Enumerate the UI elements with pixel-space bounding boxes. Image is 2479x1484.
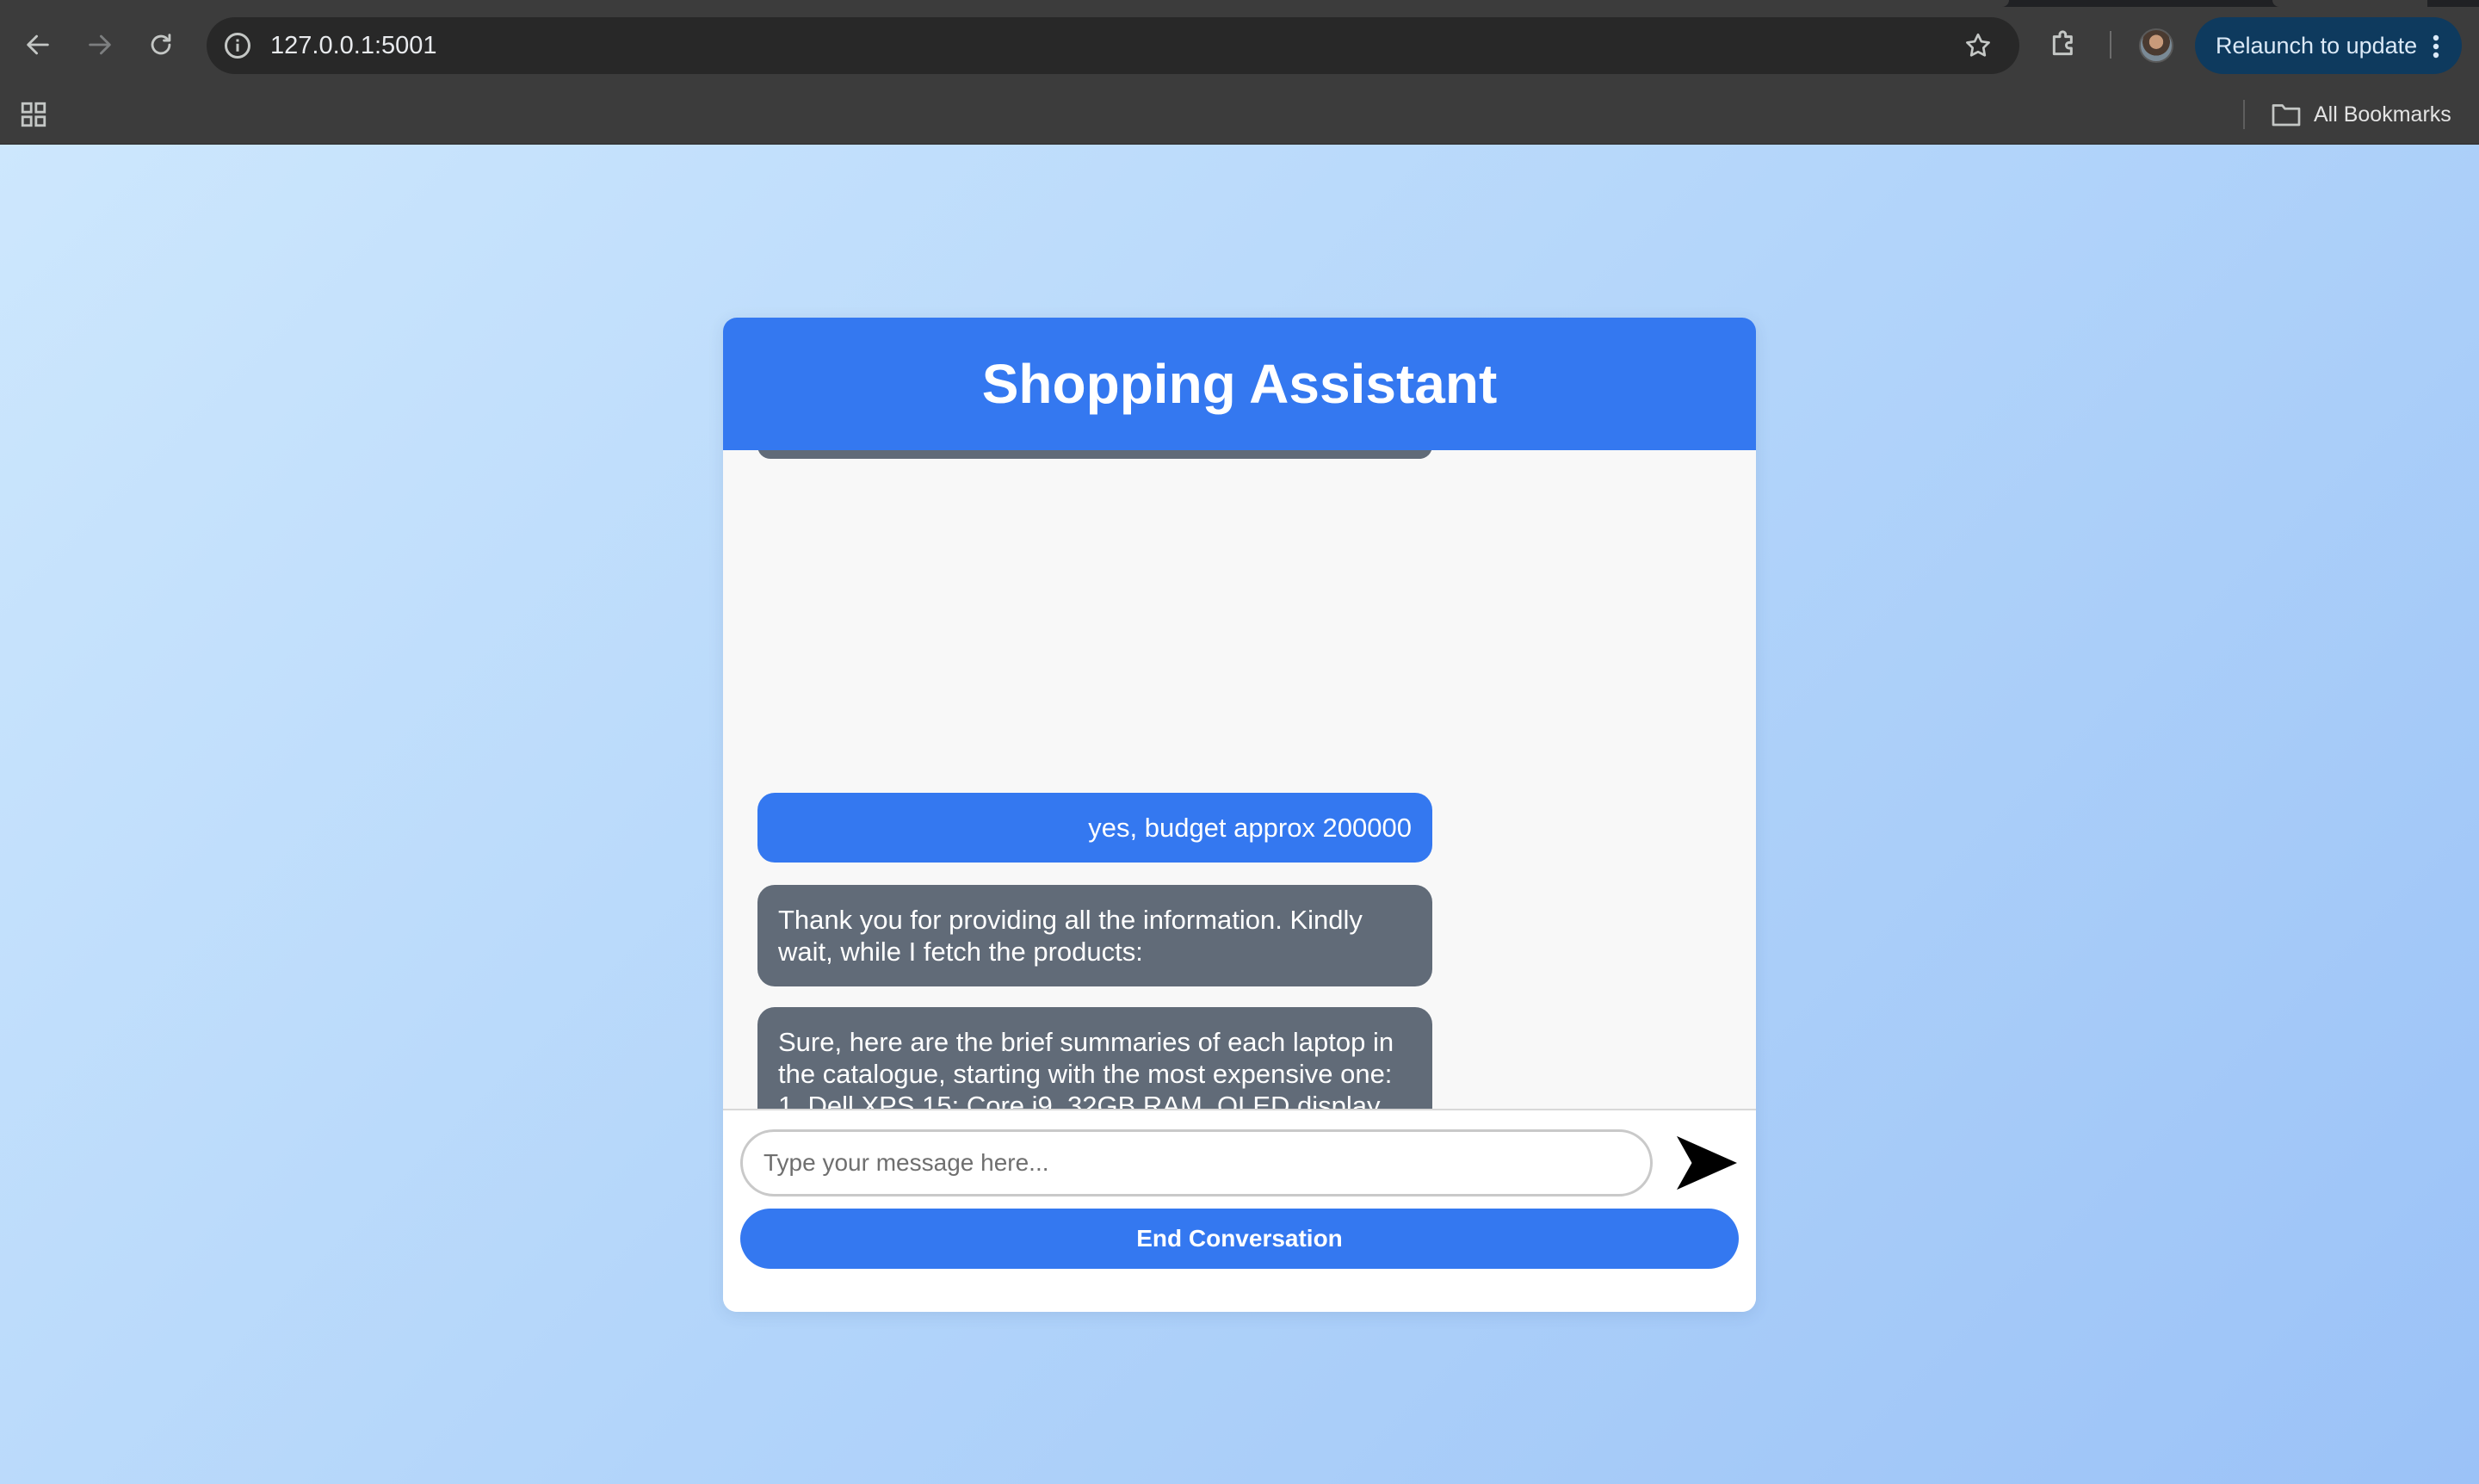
back-button[interactable] [14,21,62,69]
tab-strip [0,0,2479,7]
address-bar[interactable]: 127.0.0.1:5001 [207,17,2019,74]
toolbar-divider [2110,31,2111,59]
page-background: Shopping Assistant yes, budget approx 20… [0,145,2479,1484]
relaunch-button[interactable]: Relaunch to update [2195,17,2462,74]
extensions-icon[interactable] [2047,27,2081,61]
message-text: yes, budget approx 200000 [1088,813,1412,843]
active-tab[interactable] [0,0,2009,7]
folder-icon [2272,104,2301,127]
forward-icon [89,34,111,55]
all-bookmarks-button[interactable]: All Bookmarks [2271,88,2451,141]
bookmark-star-icon[interactable] [1963,30,1994,61]
message-text: Sure, here are the brief summaries of ea… [778,1027,1394,1110]
end-conversation-button[interactable]: End Conversation [740,1209,1739,1269]
relaunch-label: Relaunch to update [2216,33,2418,59]
message-bubble-bot-previous [757,450,1432,459]
menu-kebab-icon[interactable] [2433,34,2439,59]
bookmarks-bar: All Bookmarks [0,88,2479,145]
message-bubble-bot: Thank you for providing all the informat… [757,885,1432,986]
url-text[interactable]: 127.0.0.1:5001 [270,17,437,74]
message-bubble-user: yes, budget approx 200000 [757,793,1432,863]
chat-messages[interactable]: yes, budget approx 200000 Thank you for … [723,450,1756,1110]
chat-header: Shopping Assistant [723,318,1756,450]
back-icon [27,34,49,55]
reload-icon [151,34,171,55]
profile-avatar[interactable] [2139,28,2173,63]
apps-grid-icon[interactable] [19,100,48,129]
forward-button[interactable] [76,21,124,69]
message-input[interactable] [740,1129,1653,1196]
page-title: Shopping Assistant [981,353,1498,415]
bookmarks-divider [2243,100,2245,129]
message-composer: End Conversation [723,1110,1756,1312]
site-info-icon[interactable] [222,30,253,61]
chat-card: Shopping Assistant yes, budget approx 20… [723,318,1756,1312]
message-text: Thank you for providing all the informat… [778,905,1363,967]
message-bubble-bot: Sure, here are the brief summaries of ea… [757,1007,1432,1110]
browser-toolbar: 127.0.0.1:5001 Relaunch to update [0,0,2479,88]
reload-button[interactable] [137,21,185,69]
send-arrow-icon[interactable] [1673,1133,1740,1193]
all-bookmarks-label: All Bookmarks [2314,102,2451,127]
other-tab[interactable] [2272,0,2427,7]
